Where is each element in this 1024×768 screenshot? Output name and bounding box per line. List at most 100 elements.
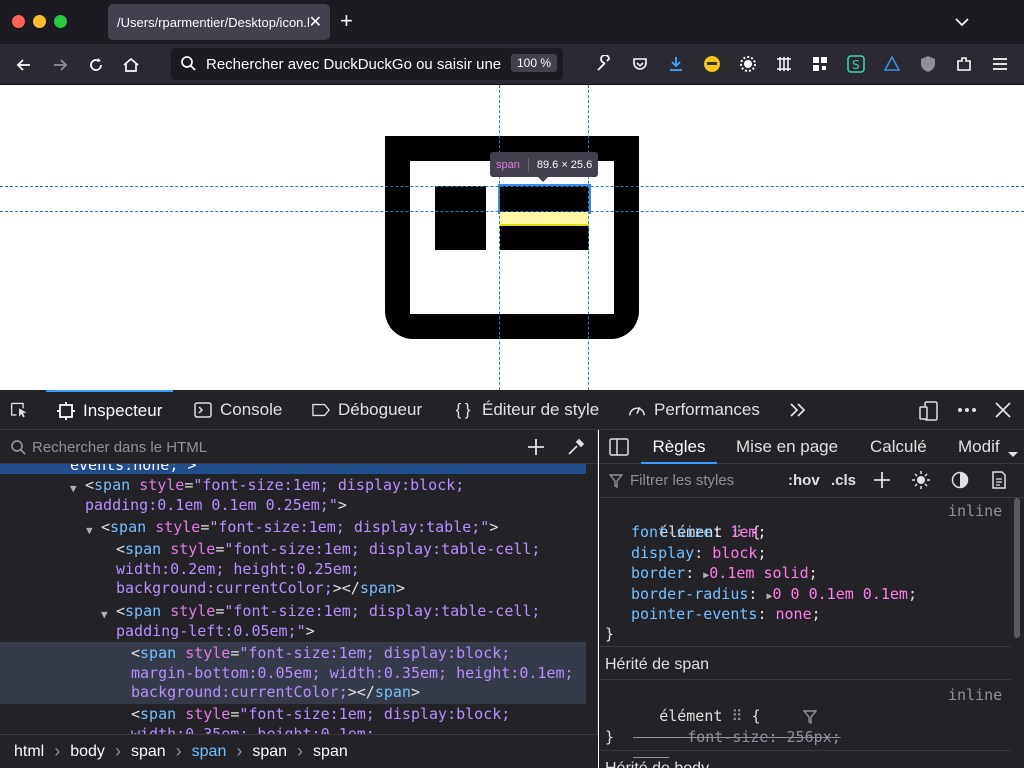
list-all-tabs-icon[interactable] xyxy=(952,12,972,32)
download-icon[interactable] xyxy=(665,53,687,75)
extension-face-icon[interactable] xyxy=(701,53,723,75)
url-bar[interactable]: Rechercher avec DuckDuckGo ou saisir une… xyxy=(171,48,563,80)
css-declaration[interactable]: display: block; xyxy=(631,543,766,564)
rule-source[interactable]: inline xyxy=(948,501,1002,522)
url-input[interactable]: Rechercher avec DuckDuckGo ou saisir une… xyxy=(206,56,506,73)
more-tabs-chevron-icon[interactable] xyxy=(787,401,809,419)
chevron-down-icon[interactable] xyxy=(1007,444,1019,464)
markup-line[interactable]: <span style="font-size:1em; display:tabl… xyxy=(116,540,540,560)
rule2-close-brace: } xyxy=(605,728,615,746)
markup-line[interactable]: padding-left:0.05em;"> xyxy=(116,622,315,642)
extensions-icon[interactable] xyxy=(953,53,975,75)
add-node-icon[interactable] xyxy=(526,437,546,461)
reload-icon[interactable] xyxy=(84,53,108,77)
tab-inspecteur[interactable]: Inspecteur xyxy=(46,390,174,430)
guide-line-bottom xyxy=(0,211,1024,212)
s-extension-icon[interactable]: S xyxy=(845,53,867,75)
more-options-icon[interactable] xyxy=(956,401,978,419)
gear-extension-icon[interactable] xyxy=(737,53,759,75)
tab-calcule[interactable]: Calculé xyxy=(870,437,927,457)
markup-line[interactable]: <span style="font-size:1em; display:bloc… xyxy=(85,476,464,496)
filter-property-icon[interactable] xyxy=(802,709,818,730)
markup-line[interactable]: background:currentColor;></span> xyxy=(131,683,420,703)
eyedropper-icon[interactable] xyxy=(566,437,586,461)
close-devtools-icon[interactable] xyxy=(994,401,1012,419)
grid-extension-icon[interactable] xyxy=(773,53,795,75)
breadcrumb-item[interactable]: span xyxy=(313,743,348,761)
guide-line-top xyxy=(0,186,1024,187)
back-icon[interactable] xyxy=(12,53,36,77)
rules-scrollbar[interactable] xyxy=(1014,498,1020,638)
devtools-toolbar: Inspecteur Console Débogueur { } Éditeur… xyxy=(0,390,1024,430)
inherited-header-2: Hérité de body xyxy=(599,750,1011,768)
tab-close-icon[interactable]: ✕ xyxy=(309,12,322,32)
tab-performances[interactable]: Performances xyxy=(628,390,760,430)
inspector-icon xyxy=(57,402,75,420)
breadcrumb-item[interactable]: html xyxy=(14,743,44,761)
triangle-extension-icon[interactable] xyxy=(881,53,903,75)
home-icon[interactable] xyxy=(119,53,143,77)
tab-console[interactable]: Console xyxy=(194,390,282,430)
markup-line[interactable]: margin-bottom:0.05em; width:0.35em; heig… xyxy=(131,664,574,684)
shield-extension-icon[interactable] xyxy=(917,53,939,75)
markup-fragment: events:none;"> xyxy=(70,464,197,474)
breadcrumb-item[interactable]: span xyxy=(192,743,227,761)
element-picker-icon[interactable] xyxy=(10,401,28,419)
breadcrumb-item[interactable]: span xyxy=(131,743,166,761)
overridden-prop-name: font-size xyxy=(687,727,769,746)
toggle-sidebar-icon[interactable] xyxy=(609,437,629,462)
expand-twisty-icon[interactable]: ▼ xyxy=(86,521,93,541)
markup-tree: events:none;"> <span style="font-size:1e… xyxy=(0,464,586,734)
markup-line[interactable]: padding:0.1em 0.1em 0.25em;"> xyxy=(85,496,347,516)
window-maximize-button[interactable] xyxy=(54,15,67,28)
hov-toggle[interactable]: :hov xyxy=(788,472,820,489)
css-declaration[interactable]: font-size: 1em; xyxy=(631,522,766,543)
window-minimize-button[interactable] xyxy=(33,15,46,28)
forward-icon[interactable] xyxy=(48,53,72,77)
print-media-icon[interactable] xyxy=(990,471,1008,493)
tab-debogueur-label: Débogueur xyxy=(338,400,423,419)
window-close-button[interactable] xyxy=(12,15,25,28)
wrench-icon[interactable] xyxy=(593,53,615,75)
menu-icon[interactable] xyxy=(989,53,1011,75)
element-infobar: span 89.6 × 25.6 xyxy=(490,152,599,182)
css-declaration[interactable]: pointer-events: none; xyxy=(631,604,821,625)
markup-line[interactable]: <span style="font-size:1em; display:tabl… xyxy=(116,602,540,622)
rule-close-brace: } xyxy=(605,625,615,643)
expand-twisty-icon[interactable]: ▼ xyxy=(70,479,77,499)
expand-twisty-icon[interactable]: ▼ xyxy=(101,605,108,625)
breadcrumb-item[interactable]: body xyxy=(70,743,105,761)
tab-debogueur[interactable]: Débogueur xyxy=(312,390,422,430)
debugger-icon xyxy=(312,401,330,419)
cls-toggle[interactable]: .cls xyxy=(831,472,856,489)
guide-line-left xyxy=(499,85,500,390)
dark-scheme-icon[interactable] xyxy=(951,471,969,493)
filter-icon xyxy=(608,474,624,492)
rule2-source[interactable]: inline xyxy=(948,685,1002,706)
browser-tab[interactable]: /Users/rparmentier/Desktop/icon.html ✕ xyxy=(108,4,330,40)
pocket-icon[interactable] xyxy=(629,53,651,75)
light-scheme-icon[interactable] xyxy=(911,470,931,494)
markup-line[interactable]: <span style="font-size:1em; display:tabl… xyxy=(101,518,498,538)
html-search-bar: Rechercher dans le HTML xyxy=(0,430,598,464)
tab-modifications[interactable]: Modif xyxy=(958,437,1000,457)
markup-line[interactable]: background:currentColor;></span> xyxy=(116,579,405,599)
apps-extension-icon[interactable] xyxy=(809,53,831,75)
breadcrumb: html › body › span › span › span › span xyxy=(0,734,598,768)
markup-line[interactable]: <span style="font-size:1em; display:bloc… xyxy=(131,705,510,725)
responsive-design-icon[interactable] xyxy=(918,400,940,422)
breadcrumb-separator-icon: › xyxy=(175,741,182,761)
filter-styles-input[interactable]: Filtrer les styles xyxy=(630,472,734,489)
markup-line[interactable]: width:0.35em; height:0.1em; xyxy=(131,725,375,735)
tab-strip: /Users/rparmentier/Desktop/icon.html ✕ + xyxy=(0,0,1024,44)
new-tab-button[interactable]: + xyxy=(340,9,353,33)
markup-line[interactable]: <span style="font-size:1em; display:bloc… xyxy=(131,644,510,664)
tab-regles[interactable]: Règles xyxy=(641,430,717,464)
markup-line[interactable]: width:0.2em; height:0.25em; xyxy=(116,560,360,580)
tab-editeur-de-style[interactable]: { } Éditeur de style xyxy=(452,390,600,430)
html-search-input[interactable]: Rechercher dans le HTML xyxy=(32,439,207,456)
tab-mise-en-page[interactable]: Mise en page xyxy=(736,437,838,457)
add-rule-icon[interactable] xyxy=(873,471,891,493)
breadcrumb-item[interactable]: span xyxy=(252,743,287,761)
zoom-level-button[interactable]: 100 % xyxy=(510,54,557,72)
